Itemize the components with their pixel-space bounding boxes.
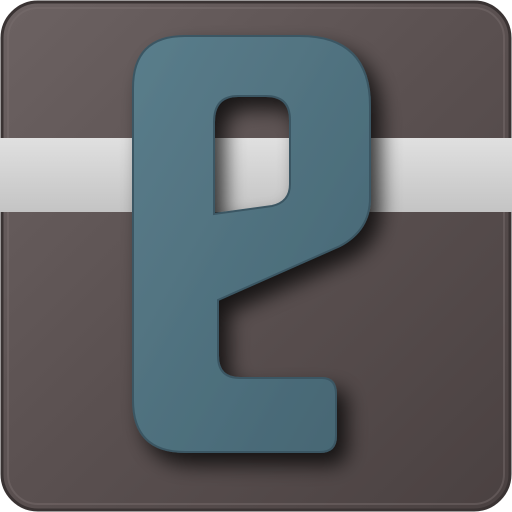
e-letter-app-icon [0, 0, 512, 512]
app-icon-canvas [0, 0, 512, 512]
icon-stripe [0, 138, 512, 212]
